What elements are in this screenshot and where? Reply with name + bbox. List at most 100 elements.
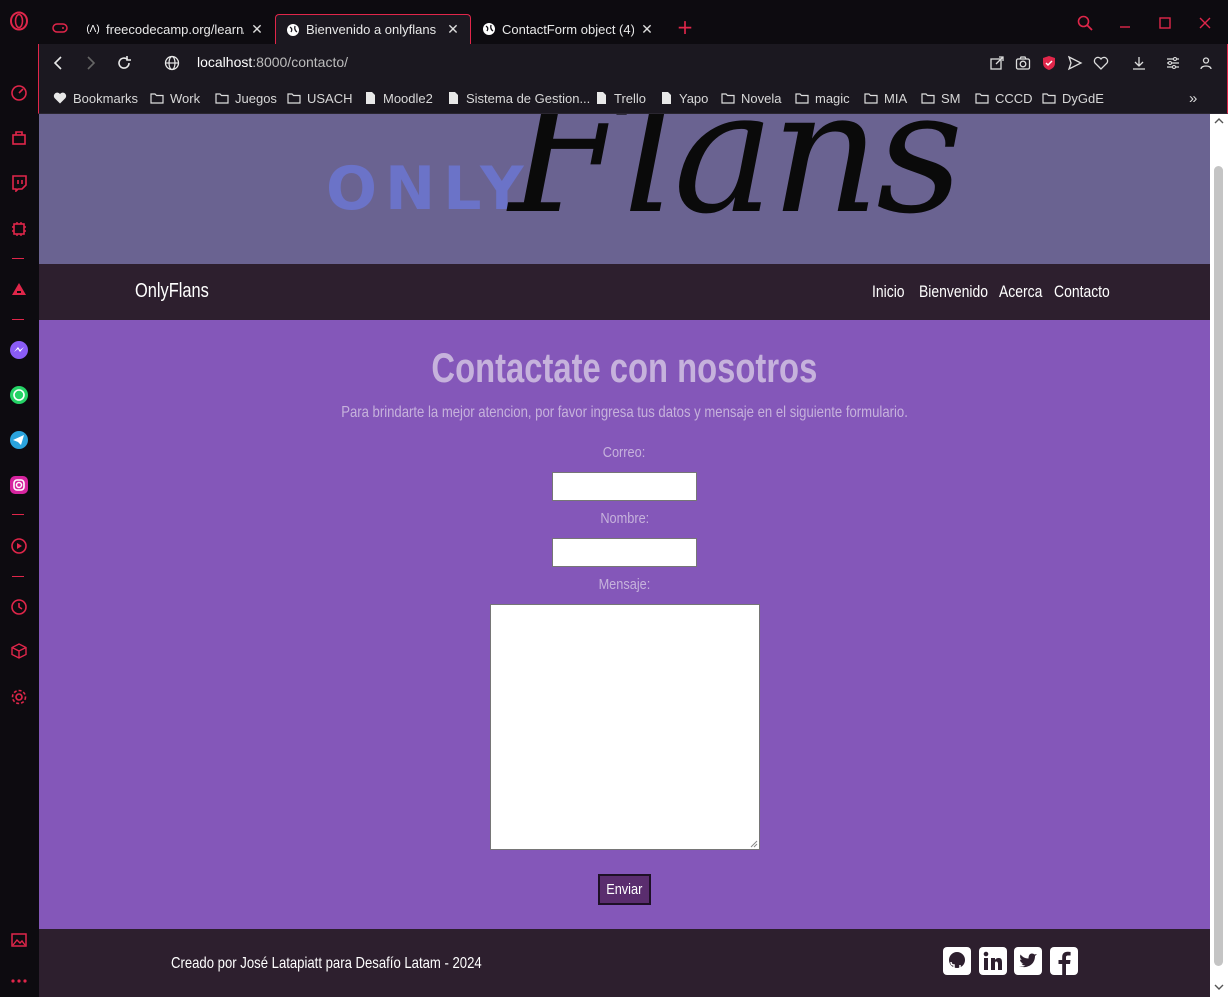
bookmark-item[interactable]: Novela [721, 89, 781, 107]
freecodecamp-icon: (Λ) [86, 23, 100, 35]
site-brand-link[interactable]: OnlyFlans [135, 280, 209, 303]
bookmark-item[interactable]: MIA [864, 89, 907, 107]
scroll-down-arrow-icon[interactable] [1214, 982, 1224, 992]
heart-bookmark-icon[interactable] [1091, 53, 1111, 73]
bookmark-item[interactable]: Yapo [659, 89, 708, 107]
bookmarks-overflow-chevron-icon[interactable]: » [1189, 89, 1197, 107]
page-title: Contactate con nosotros [431, 344, 818, 391]
site-navbar: OnlyFlans Inicio Bienvenido Acerca Conta… [39, 264, 1210, 320]
scroll-thumb[interactable] [1214, 166, 1223, 966]
speed-dial-icon[interactable] [8, 82, 30, 104]
close-icon[interactable]: ✕ [250, 21, 264, 38]
site-footer: Creado por José Latapiatt para Desafío L… [39, 929, 1210, 997]
instagram-icon[interactable] [8, 474, 30, 496]
close-window-icon[interactable] [1194, 12, 1216, 34]
gx-corner-tab[interactable] [46, 14, 76, 44]
contact-section: Contactate con nosotros Para brindarte l… [39, 320, 1210, 929]
twitter-icon[interactable] [1013, 946, 1043, 976]
bookmark-item[interactable]: SM [921, 89, 961, 107]
heart-icon [53, 91, 67, 105]
send-arrow-icon[interactable] [1065, 53, 1085, 73]
resize-handle-icon[interactable] [750, 840, 758, 848]
bookmark-item[interactable]: magic [795, 89, 850, 107]
tab-freecodecamp[interactable]: (Λ) freecodecamp.org/learn/20 ✕ [76, 14, 274, 44]
twitch-icon[interactable] [8, 172, 30, 194]
sidebar-separator [12, 319, 24, 320]
history-icon[interactable] [8, 596, 30, 618]
tab-title: freecodecamp.org/learn/20 [106, 21, 244, 37]
message-label: Mensaje: [598, 576, 651, 593]
globe-icon [286, 23, 300, 37]
folder-icon [287, 91, 301, 105]
easy-setup-sliders-icon[interactable] [1163, 53, 1183, 73]
chip-icon[interactable] [8, 218, 30, 240]
sidebar-separator [12, 514, 24, 515]
close-icon[interactable]: ✕ [446, 21, 460, 38]
back-arrow-icon[interactable] [47, 52, 69, 74]
new-tab-plus-icon[interactable]: + [674, 15, 696, 39]
linkedin-icon[interactable] [978, 946, 1008, 976]
bookmark-item[interactable]: Moodle2 [363, 89, 433, 107]
forward-arrow-icon[interactable] [80, 52, 102, 74]
nav-link-acerca[interactable]: Acerca [999, 282, 1042, 302]
player-icon[interactable] [8, 535, 30, 557]
shopping-icon[interactable] [8, 127, 30, 149]
maximize-icon[interactable] [1154, 12, 1176, 34]
bookmark-item[interactable]: Bookmarks [53, 89, 138, 107]
bookmark-item[interactable]: Work [150, 89, 200, 107]
bookmark-item[interactable]: USACH [287, 89, 353, 107]
whatsapp-icon[interactable] [8, 384, 30, 406]
submit-button[interactable]: Enviar [598, 874, 651, 905]
share-icon[interactable] [987, 53, 1007, 73]
nav-link-contacto[interactable]: Contacto [1054, 282, 1110, 302]
reload-icon[interactable] [113, 52, 135, 74]
bookmark-label: Sistema de Gestion... [466, 90, 591, 106]
extensions-cube-icon[interactable] [8, 640, 30, 662]
folder-icon [1042, 91, 1056, 105]
email-field[interactable] [552, 472, 697, 501]
bookmark-item[interactable]: CCCD [975, 89, 1033, 107]
tab-contactform[interactable]: ContactForm object (4) | Ch ✕ [472, 14, 664, 44]
bookmark-item[interactable]: Sistema de Gestion... [446, 89, 590, 107]
telegram-icon[interactable] [8, 429, 30, 451]
github-icon[interactable] [942, 946, 972, 976]
bookmark-item[interactable]: Trello [594, 89, 646, 107]
bookmark-label: USACH [307, 90, 353, 106]
profile-icon[interactable] [1196, 53, 1216, 73]
scroll-up-arrow-icon[interactable] [1214, 116, 1224, 126]
nav-link-bienvenido[interactable]: Bienvenido [919, 282, 988, 302]
page-subtitle: Para brindarte la mejor atencion, por fa… [341, 404, 908, 421]
url-field[interactable]: localhost:8000/contacto/ [197, 54, 348, 70]
message-textarea[interactable] [490, 604, 760, 850]
settings-gear-icon[interactable] [8, 686, 30, 708]
tab-title: Bienvenido a onlyflans [306, 22, 437, 37]
tab-bienvenido-active[interactable]: Bienvenido a onlyflans ✕ [275, 14, 471, 44]
download-icon[interactable] [1129, 53, 1149, 73]
minimize-icon[interactable] [1114, 12, 1136, 34]
facebook-icon[interactable] [1049, 946, 1079, 976]
footer-credit: Creado por José Latapiatt para Desafío L… [171, 955, 482, 972]
email-label: Correo: [603, 444, 646, 461]
name-label: Nombre: [600, 510, 649, 527]
bookmark-item[interactable]: Juegos [215, 89, 277, 107]
page-scrollbar[interactable] [1210, 114, 1228, 997]
name-field[interactable] [552, 538, 697, 567]
wallpaper-icon[interactable] [8, 929, 30, 951]
search-tabs-icon[interactable] [1074, 12, 1096, 34]
snapshot-camera-icon[interactable] [1013, 53, 1033, 73]
adblock-shield-icon[interactable] [1039, 53, 1059, 73]
aria-icon[interactable] [8, 278, 30, 300]
nav-link-inicio[interactable]: Inicio [872, 282, 905, 302]
messenger-icon[interactable] [8, 339, 30, 361]
bookmark-label: magic [815, 90, 850, 106]
close-icon[interactable]: ✕ [640, 21, 654, 38]
bookmark-item[interactable]: DyGdE [1042, 89, 1104, 107]
bookmark-label: Yapo [679, 90, 709, 106]
opera-logo-icon[interactable] [8, 10, 30, 32]
sidebar-separator [12, 576, 24, 577]
bookmark-label: Work [170, 90, 201, 106]
page-icon [594, 91, 608, 105]
page-icon [446, 91, 460, 105]
more-dots-icon[interactable] [8, 970, 30, 992]
site-info-globe-icon[interactable] [161, 52, 183, 74]
